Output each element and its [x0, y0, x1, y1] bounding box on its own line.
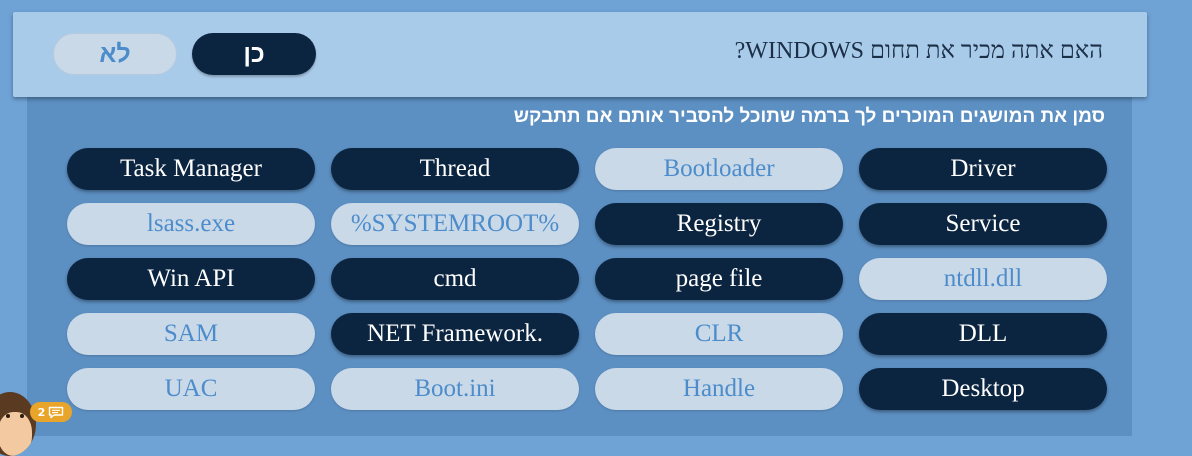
term-pill[interactable]: Boot.ini — [331, 368, 579, 410]
chat-bubble-icon — [49, 406, 64, 418]
term-pill[interactable]: NET Framework. — [331, 313, 579, 355]
question-text: האם אתה מכיר את תחום WINDOWS? — [734, 38, 1103, 64]
terms-panel: סמן את המושגים המוכרים לך ברמה שתוכל להס… — [27, 96, 1132, 436]
no-button[interactable]: לא — [53, 33, 177, 75]
term-pill[interactable]: Bootloader — [595, 148, 843, 190]
term-pill[interactable]: Desktop — [859, 368, 1107, 410]
instruction-text: סמן את המושגים המוכרים לך ברמה שתוכל להס… — [513, 106, 1105, 127]
term-pill[interactable]: DLL — [859, 313, 1107, 355]
question-card: האם אתה מכיר את תחום WINDOWS? כן לא — [13, 12, 1147, 97]
term-pill[interactable]: Driver — [859, 148, 1107, 190]
chat-badge[interactable]: 2 — [30, 402, 72, 422]
yes-button[interactable]: כן — [192, 33, 316, 75]
terms-grid: Driver Bootloader Thread Task Manager Servic… — [67, 148, 1107, 410]
term-pill[interactable]: page file — [595, 258, 843, 300]
term-pill[interactable]: %SYSTEMROOT% — [331, 203, 579, 245]
term-pill[interactable]: CLR — [595, 313, 843, 355]
avatar-face — [0, 412, 32, 456]
avatar-eye — [6, 414, 10, 418]
term-pill[interactable]: Win API — [67, 258, 315, 300]
term-pill[interactable]: UAC — [67, 368, 315, 410]
term-pill[interactable]: Thread — [331, 148, 579, 190]
chat-count: 2 — [37, 405, 46, 419]
term-pill[interactable]: Registry — [595, 203, 843, 245]
term-pill[interactable]: cmd — [331, 258, 579, 300]
term-pill[interactable]: Task Manager — [67, 148, 315, 190]
term-pill[interactable]: Handle — [595, 368, 843, 410]
avatar-eye — [20, 414, 24, 418]
term-pill[interactable]: Service — [859, 203, 1107, 245]
term-pill[interactable]: ntdll.dll — [859, 258, 1107, 300]
term-pill[interactable]: SAM — [67, 313, 315, 355]
term-pill[interactable]: lsass.exe — [67, 203, 315, 245]
